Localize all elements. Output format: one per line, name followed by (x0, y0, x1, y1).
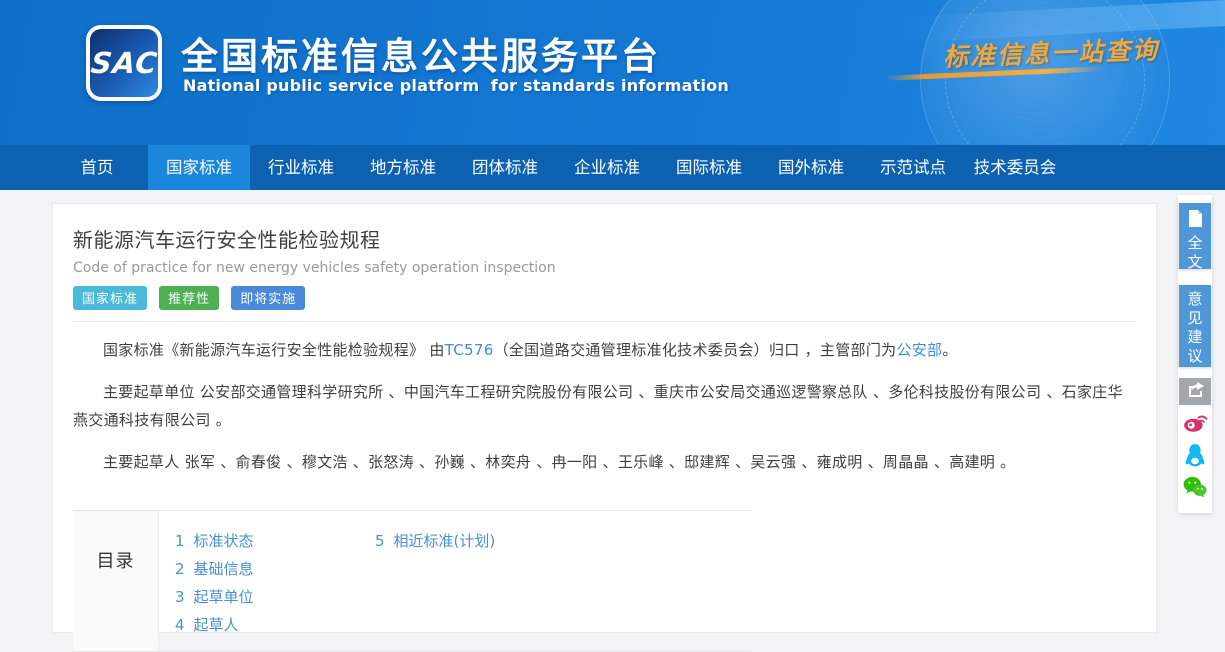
toc-item-label: 基础信息 (194, 560, 254, 578)
toc-item-basic-info[interactable]: 2 基础信息 (175, 555, 375, 583)
site-subtitle: National public service platform for sta… (183, 76, 729, 95)
qq-icon[interactable] (1182, 442, 1208, 468)
standard-detail-card: 新能源汽车运行安全性能检验规程 Code of practice for new… (52, 203, 1157, 633)
sac-logo-badge: SAC (90, 29, 158, 97)
nav-item-foreign-standards[interactable]: 国外标准 (760, 145, 862, 190)
toc-item-drafting-units[interactable]: 3 起草单位 (175, 583, 375, 611)
nav-item-industry-standards[interactable]: 行业标准 (250, 145, 352, 190)
drafters-paragraph: 主要起草人 张军 、俞春俊 、穆文浩 、张怒涛 、孙巍 、林奕舟 、冉一阳 、王… (73, 448, 1136, 476)
toc-item-label: 起草单位 (194, 588, 254, 606)
table-of-contents: 目录 1 标准状态 2 基础信息 3 起草单位 4 起草人 5 相近标准(计划) (73, 510, 751, 652)
nav-item-technical-committees[interactable]: 技术委员会 (964, 145, 1066, 190)
nav-item-home[interactable]: 首页 (46, 145, 148, 190)
nav-item-national-standards[interactable]: 国家标准 (148, 145, 250, 190)
fulltext-button-label: 全文 (1187, 234, 1203, 272)
feedback-button-label: 意见建议 (1187, 290, 1203, 366)
fulltext-button[interactable]: 全文 (1179, 203, 1211, 269)
governance-text-prefix: 国家标准《新能源汽车运行安全性能检验规程》 由 (103, 341, 445, 359)
toc-item-drafters[interactable]: 4 起草人 (175, 611, 375, 639)
nav-item-enterprise-standards[interactable]: 企业标准 (556, 145, 658, 190)
governance-text-suffix: 。 (942, 341, 957, 359)
title-divider (73, 321, 1136, 322)
standard-title-cn: 新能源汽车运行安全性能检验规程 (73, 224, 1136, 253)
badge-upcoming-implementation: 即将实施 (231, 286, 305, 310)
feedback-button[interactable]: 意见建议 (1179, 285, 1211, 367)
toc-item-label: 标准状态 (194, 532, 254, 550)
toc-label: 目录 (73, 511, 159, 651)
site-title: 全国标准信息公共服务平台 (181, 26, 661, 80)
toc-item-number: 3 (175, 588, 185, 606)
nav-item-local-standards[interactable]: 地方标准 (352, 145, 454, 190)
sac-logo-text: SAC (89, 46, 159, 80)
header-slogan: 标准信息一站查询 (942, 30, 1159, 74)
site-header: SAC 全国标准信息公共服务平台 National public service… (0, 0, 1225, 145)
main-nav: 首页 国家标准 行业标准 地方标准 团体标准 企业标准 国际标准 国外标准 示范… (0, 145, 1225, 190)
nav-item-international-standards[interactable]: 国际标准 (658, 145, 760, 190)
governance-paragraph: 国家标准《新能源汽车运行安全性能检验规程》 由TC576（全国道路交通管理标准化… (73, 336, 1136, 364)
sac-logo[interactable]: SAC (86, 25, 162, 101)
badge-national-standard: 国家标准 (73, 286, 147, 310)
toc-item-number: 5 (375, 532, 385, 550)
toc-item-label: 起草人 (194, 616, 239, 634)
toc-item-standard-status[interactable]: 1 标准状态 (175, 527, 375, 555)
toc-item-label: 相近标准(计划) (394, 532, 496, 550)
toc-links: 1 标准状态 2 基础信息 3 起草单位 4 起草人 5 相近标准(计划) (159, 511, 575, 651)
standard-title-en: Code of practice for new energy vehicles… (73, 260, 1136, 276)
toc-column-2: 5 相近标准(计划) (375, 527, 575, 651)
document-icon (1188, 210, 1203, 231)
ministry-of-public-security-link[interactable]: 公安部 (896, 341, 942, 359)
governance-text-middle: （全国道路交通管理标准化技术委员会）归口 ，主管部门为 (494, 341, 897, 359)
badge-recommended: 推荐性 (159, 286, 219, 310)
toc-item-number: 2 (175, 560, 185, 578)
share-icon (1187, 382, 1204, 401)
weibo-icon[interactable] (1182, 409, 1208, 435)
toc-column-1: 1 标准状态 2 基础信息 3 起草单位 4 起草人 (175, 527, 375, 651)
drafting-units-paragraph: 主要起草单位 公安部交通管理科学研究所 、中国汽车工程研究院股份有限公司 、重庆… (73, 378, 1136, 434)
badge-row: 国家标准 推荐性 即将实施 (73, 286, 1136, 310)
toc-item-number: 1 (175, 532, 185, 550)
nav-item-pilot-demos[interactable]: 示范试点 (862, 145, 964, 190)
share-button[interactable] (1179, 378, 1211, 405)
toc-item-similar-standards[interactable]: 5 相近标准(计划) (375, 527, 575, 555)
tc576-link[interactable]: TC576 (445, 341, 494, 359)
toc-item-number: 4 (175, 616, 185, 634)
nav-item-group-standards[interactable]: 团体标准 (454, 145, 556, 190)
standard-summary: 国家标准《新能源汽车运行安全性能检验规程》 由TC576（全国道路交通管理标准化… (73, 336, 1136, 476)
wechat-icon[interactable] (1182, 474, 1208, 500)
